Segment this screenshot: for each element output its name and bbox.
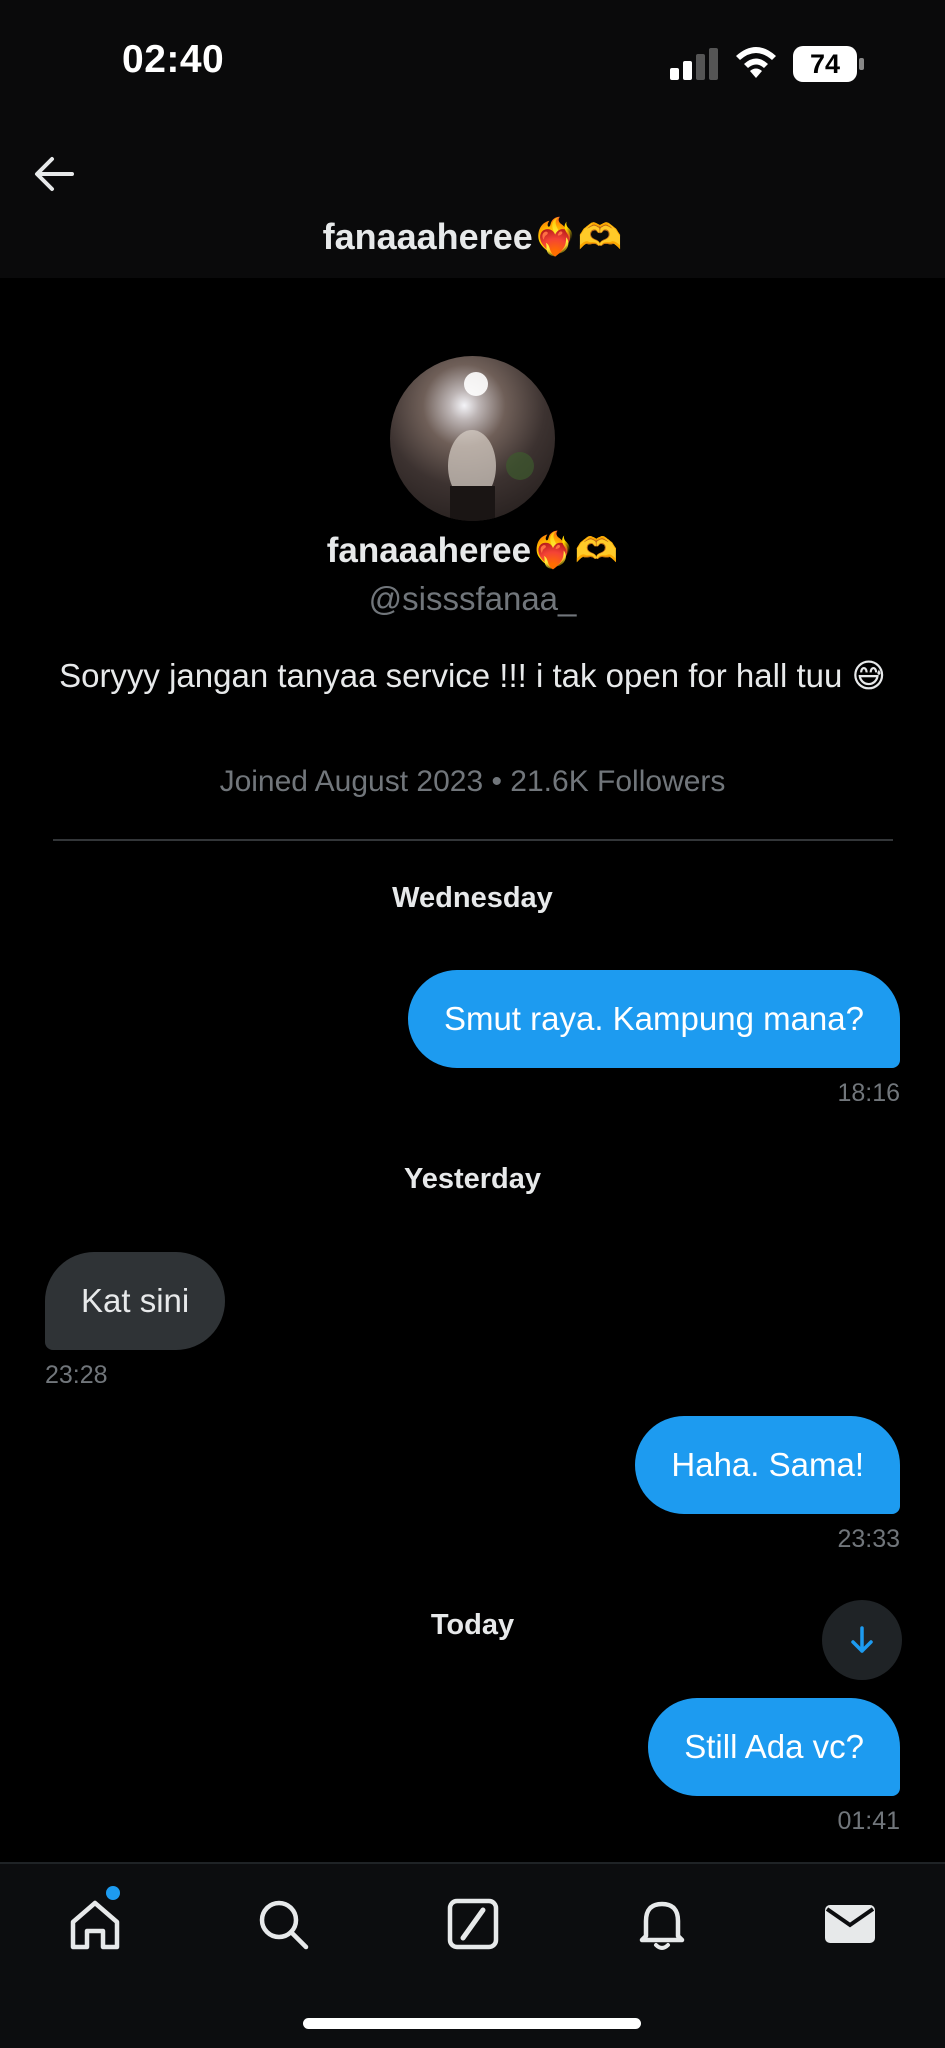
- wifi-icon: [736, 47, 776, 78]
- back-arrow-icon[interactable]: [28, 148, 80, 200]
- message-bubble-sent[interactable]: Smut raya. Kampung mana?: [407, 970, 900, 1068]
- day-label-wednesday: Wednesday: [392, 882, 553, 914]
- status-bar: 02:40 74: [0, 0, 945, 130]
- message-bubble-sent[interactable]: Haha. Sama!: [635, 1416, 900, 1514]
- message-timestamp: 18:16: [837, 1079, 900, 1107]
- message-bubble-received[interactable]: Kat sini: [45, 1252, 226, 1350]
- divider: [53, 839, 893, 841]
- notifications-icon[interactable]: [632, 1894, 692, 1954]
- header-title[interactable]: fanaaaheree❤️‍🔥🫶: [0, 216, 945, 258]
- home-indicator[interactable]: [303, 2018, 641, 2029]
- message-bubble-sent[interactable]: Still Ada vc?: [648, 1698, 900, 1796]
- home-notification-dot: [106, 1886, 120, 1900]
- arrow-down-icon: [851, 1626, 873, 1653]
- search-icon[interactable]: [253, 1894, 313, 1954]
- day-label-today: Today: [430, 1609, 515, 1641]
- profile-handle[interactable]: @sisssfanaa_: [0, 580, 945, 618]
- avatar[interactable]: [390, 356, 555, 521]
- profile-meta: Joined August 2023 • 21.6K Followers: [219, 765, 726, 798]
- status-time: 02:40: [122, 38, 225, 81]
- message-timestamp: 01:41: [837, 1807, 900, 1835]
- profile-bio: Soryyy jangan tanyaa service !!! i tak o…: [59, 657, 886, 694]
- message-timestamp: 23:28: [45, 1361, 108, 1389]
- bottom-nav: [0, 1862, 945, 2048]
- conversation-header: fanaaaheree❤️‍🔥🫶: [0, 130, 945, 278]
- home-icon[interactable]: [65, 1894, 125, 1954]
- day-label-yesterday: Yesterday: [403, 1163, 542, 1195]
- avatar-photo: [448, 372, 534, 521]
- messages-icon[interactable]: [820, 1894, 880, 1954]
- battery-level: 74: [809, 49, 841, 79]
- scroll-to-bottom-button[interactable]: [822, 1600, 902, 1680]
- compose-icon[interactable]: [443, 1894, 503, 1954]
- dm-conversation-screen: 02:40 74 fanaaaheree❤️‍🔥🫶: [0, 0, 945, 2048]
- message-timestamp: 23:33: [837, 1525, 900, 1553]
- signal-icon: [670, 48, 718, 80]
- profile-name[interactable]: fanaaaheree❤️‍🔥🫶: [0, 530, 945, 571]
